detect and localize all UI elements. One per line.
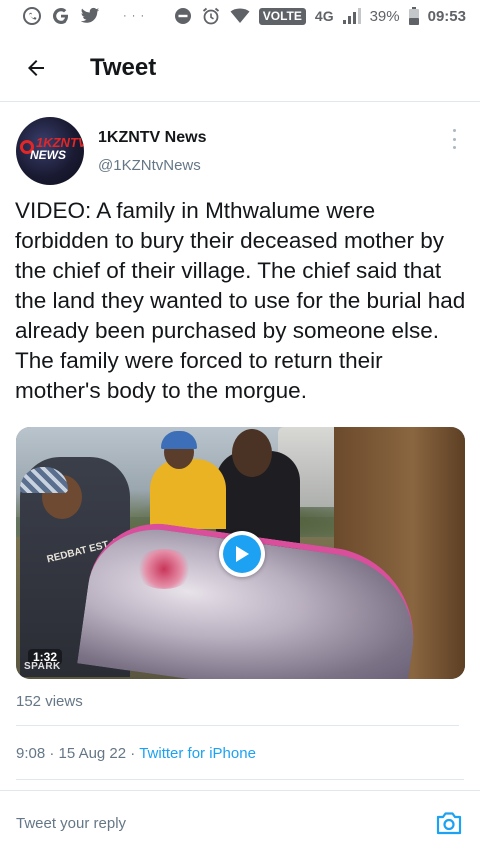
more-options-icon[interactable] <box>444 127 464 151</box>
play-button[interactable] <box>219 531 265 577</box>
app-header: Tweet <box>0 34 480 102</box>
tweet-meta: 9:08 · 15 Aug 22 · Twitter for iPhone <box>16 745 256 762</box>
back-button[interactable] <box>18 50 54 86</box>
author-avatar[interactable]: 1KZNTV NEWS <box>16 117 84 185</box>
page-title: Tweet <box>90 53 157 81</box>
tweet-text: VIDEO: A family in Mthwalume were forbid… <box>15 198 466 403</box>
tweet-author-row: 1KZNTV NEWS 1KZNTV News @1KZNtvNews <box>0 103 480 193</box>
status-time: 09:53 <box>427 7 466 25</box>
battery-icon <box>408 7 419 25</box>
camera-icon <box>436 812 462 835</box>
meta-separator: · <box>130 745 136 762</box>
camera-button[interactable] <box>434 809 464 837</box>
divider <box>16 779 464 780</box>
reply-bar: Tweet your reply <box>0 790 480 854</box>
twitter-icon <box>80 7 100 25</box>
google-icon <box>51 6 71 26</box>
whatsapp-icon <box>22 6 42 26</box>
play-icon <box>223 535 261 573</box>
battery-percent: 39% <box>369 7 400 25</box>
video-frame-rose-print <box>134 549 194 589</box>
volte-badge: VOLTE <box>258 7 306 25</box>
alarm-icon <box>201 6 221 26</box>
notification-dots: · · · <box>123 10 146 22</box>
video-frame-person <box>150 459 226 529</box>
status-bar: · · · VOLTE 4G 39% 09:53 <box>0 0 480 32</box>
author-name[interactable]: 1KZNTV News <box>98 129 206 147</box>
divider <box>16 725 459 726</box>
video-frame-person-head <box>232 429 272 477</box>
meta-separator: · <box>49 745 55 762</box>
status-right-icons: VOLTE 4G 39% 09:53 <box>174 6 466 26</box>
video-watermark: SPARK <box>24 661 61 672</box>
do-not-disturb-icon <box>174 7 192 25</box>
tweet-source-link[interactable]: Twitter for iPhone <box>139 745 256 762</box>
author-handle[interactable]: @1KZNtvNews <box>98 157 201 174</box>
status-left-icons: · · · <box>22 6 145 26</box>
tweet-video[interactable]: REDBAT EST. 03 1:32 SPARK <box>16 427 465 679</box>
signal-icon <box>342 8 361 24</box>
arrow-left-icon <box>28 59 44 76</box>
view-count: 152 views <box>16 693 83 710</box>
tweet-date: 15 Aug 22 <box>58 745 127 762</box>
network-type: 4G <box>314 8 334 24</box>
tweet-detail: 1KZNTV NEWS 1KZNTV News @1KZNtvNews VIDE… <box>0 103 480 780</box>
wifi-icon <box>230 8 250 24</box>
avatar-logo: 1KZNTV NEWS <box>30 135 84 162</box>
tweet-time: 9:08 <box>16 745 46 762</box>
reply-input[interactable]: Tweet your reply <box>16 815 126 832</box>
